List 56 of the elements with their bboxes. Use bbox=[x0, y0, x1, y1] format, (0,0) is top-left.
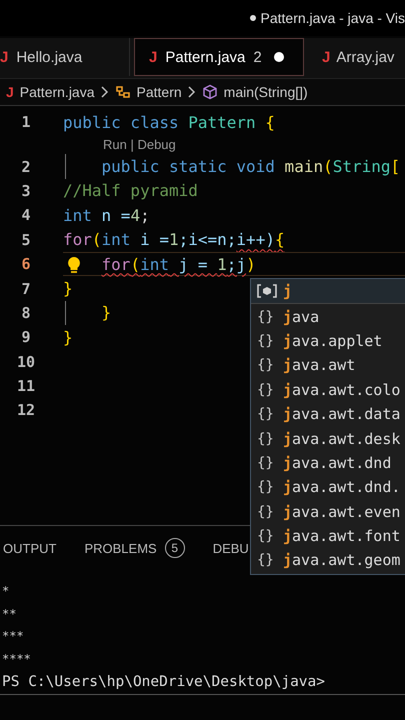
suggestion-item[interactable]: {} j ava.awt.dnd bbox=[251, 450, 405, 476]
output-line: ** bbox=[1, 606, 18, 622]
java-file-icon: J bbox=[6, 84, 14, 100]
codelens-links[interactable]: Run | Debug bbox=[103, 136, 176, 152]
suggestion-item[interactable]: {} j ava.awt.even bbox=[251, 500, 405, 524]
line-number: 12 bbox=[16, 401, 36, 420]
output-line: *** bbox=[1, 628, 25, 645]
panel-tab[interactable]: DEBU bbox=[212, 540, 249, 556]
editor-tab[interactable]: J Hello.java bbox=[0, 38, 130, 76]
line-number: 3 bbox=[20, 182, 32, 200]
code-line: } bbox=[63, 279, 73, 298]
line-number: 4 bbox=[20, 206, 32, 224]
breadcrumb-item[interactable]: main(String[]) bbox=[224, 84, 308, 100]
line-number: 5 bbox=[20, 230, 32, 249]
variable-icon bbox=[257, 284, 277, 298]
code-line: //Half pyramid bbox=[63, 181, 198, 200]
editor-tab[interactable]: J Pattern.java 2 bbox=[134, 38, 304, 76]
code-line: for(int i =1;i<=n;i++){ bbox=[63, 230, 285, 250]
breadcrumb-item[interactable]: Pattern bbox=[136, 84, 182, 100]
terminal-prompt: PS C:\Users\hp\OneDrive\Desktop\java> bbox=[0, 670, 405, 695]
code-line: public static void main(String[ bbox=[102, 157, 400, 176]
line-number: 6 bbox=[20, 255, 32, 274]
suggestion-item[interactable]: {} j ava.awt.desk bbox=[251, 426, 405, 451]
suggestion-item[interactable]: {} j ava.awt.geom bbox=[251, 548, 405, 573]
panel-tab[interactable]: OUTPUT bbox=[3, 540, 56, 556]
output-line: * bbox=[1, 583, 10, 600]
lightbulb-icon[interactable] bbox=[67, 256, 81, 274]
suggestion-item[interactable]: j bbox=[251, 279, 405, 304]
suggestion-item[interactable]: {} j ava.awt.font bbox=[251, 524, 405, 548]
window-title: Pattern.java - java - Vis bbox=[260, 10, 405, 26]
output-line: **** bbox=[1, 650, 32, 668]
suggestion-item[interactable]: {} j ava.awt bbox=[251, 353, 405, 378]
line-number: 9 bbox=[20, 328, 32, 346]
cube-icon bbox=[202, 84, 218, 100]
suggestion-item[interactable]: {} j ava.awt.data bbox=[251, 402, 405, 426]
editor-tab[interactable]: J Array.jav bbox=[304, 38, 405, 76]
line-number: 7 bbox=[20, 280, 32, 298]
panel-tab[interactable]: PROBLEMS 5 bbox=[84, 538, 185, 558]
chevron-icon bbox=[188, 86, 196, 98]
line-number: 11 bbox=[16, 377, 36, 396]
code-line: } bbox=[63, 328, 73, 347]
code-line: for(int j = 1;j) bbox=[102, 254, 256, 274]
suggestion-item[interactable]: {} j ava.awt.dnd. bbox=[251, 475, 405, 500]
breadcrumb-item[interactable]: Pattern.java bbox=[20, 84, 95, 100]
line-number: 2 bbox=[20, 158, 32, 176]
code-line: public class Pattern { bbox=[63, 112, 275, 132]
suggestion-item[interactable]: {} j ava.awt.colo bbox=[251, 378, 405, 402]
class-icon bbox=[114, 84, 131, 100]
line-number: 10 bbox=[16, 352, 36, 371]
code-line: int n =4; bbox=[63, 206, 150, 225]
chevron-icon bbox=[100, 86, 109, 98]
line-number: 1 bbox=[20, 113, 32, 132]
line-number: 8 bbox=[20, 304, 32, 322]
code-line: } bbox=[102, 303, 112, 322]
suggestion-item[interactable]: {} j ava bbox=[251, 304, 405, 329]
suggestion-item[interactable]: {} j ava.applet bbox=[251, 328, 405, 354]
